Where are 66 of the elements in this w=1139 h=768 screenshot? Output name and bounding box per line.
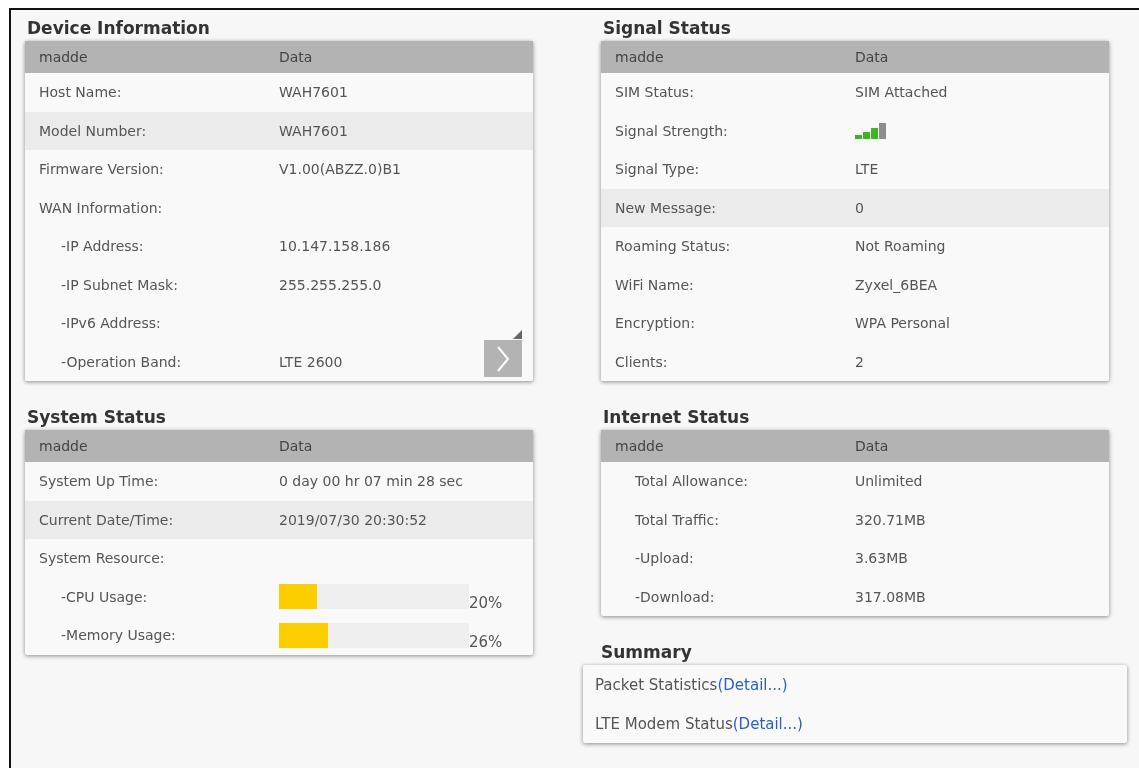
section-title: System Status [26,407,167,429]
row-label: Clients: [614,353,668,370]
row-label: Model Number: [38,122,147,139]
row-label: Host Name: [38,84,122,101]
row-label: -CPU Usage: [60,588,148,605]
row-value: 2 [855,353,864,370]
summary-label: LTE Modem Status [595,714,733,733]
column-header: madde [38,49,88,65]
column-header: Data [855,49,889,65]
column-header: madde [614,438,664,454]
column-header: madde [614,49,664,65]
row-label: Current Date/Time: [38,511,174,528]
row-label: Total Traffic: [634,511,719,528]
usage-percent: 20% [469,594,503,613]
row-label: System Up Time: [38,473,159,490]
row-value: 10.147.158.186 [279,238,391,255]
signal-strength-icon [855,122,888,139]
row-label: WAN Information: [38,199,163,216]
section-title: Device Information [26,18,211,40]
detail-link[interactable]: (Detail...) [732,714,803,733]
row-value: 255.255.255.0 [279,276,382,293]
next-button[interactable] [484,340,522,377]
row-value: Not Roaming [855,238,946,255]
row-value: SIM Attached [855,84,948,101]
row-value: WPA Personal [855,315,950,332]
row-label: -IP Address: [60,238,144,255]
section-title: Signal Status [602,18,732,40]
row-value: Unlimited [855,473,923,490]
row-label: Firmware Version: [38,161,164,178]
column-header: Data [279,438,313,454]
row-value: V1.00(ABZZ.0)B1 [279,161,401,178]
row-label: Signal Strength: [614,122,728,139]
usage-percent: 26% [469,632,503,651]
row-label: Roaming Status: [614,238,731,255]
row-label: -IP Subnet Mask: [60,276,178,293]
row-label: -Download: [634,588,715,605]
summary-label: Packet Statistics [595,675,718,694]
row-label: System Resource: [38,550,165,567]
row-label: -Operation Band: [60,353,182,370]
section-title: Internet Status [602,407,751,429]
row-label: WiFi Name: [614,276,694,293]
row-label: Encryption: [614,315,695,332]
row-label: Signal Type: [614,161,700,178]
detail-link[interactable]: (Detail...) [717,675,788,694]
column-header: Data [855,438,889,454]
row-value: WAH7601 [279,84,348,101]
column-header: Data [279,49,313,65]
row-value: 0 [855,199,864,216]
chevron-right-icon [496,345,510,372]
row-value: WAH7601 [279,122,348,139]
row-label: -Memory Usage: [60,627,176,644]
row-value: 3.63MB [855,550,908,567]
row-value: 0 day 00 hr 07 min 28 sec [279,473,463,490]
row-value: LTE 2600 [279,353,343,370]
row-value: LTE [855,161,879,178]
row-value: 2019/07/30 20:30:52 [279,511,428,528]
row-value: Zyxel_6BEA [855,276,938,293]
row-label: Total Allowance: [634,473,748,490]
section-title: Summary [600,642,693,664]
row-label: New Message: [614,199,717,216]
row-value: 317.08MB [855,588,926,605]
row-label: SIM Status: [614,84,694,101]
row-label: -IPv6 Address: [60,315,161,332]
column-header: madde [38,438,88,454]
row-value: 320.71MB [855,511,926,528]
row-label: -Upload: [634,550,694,567]
